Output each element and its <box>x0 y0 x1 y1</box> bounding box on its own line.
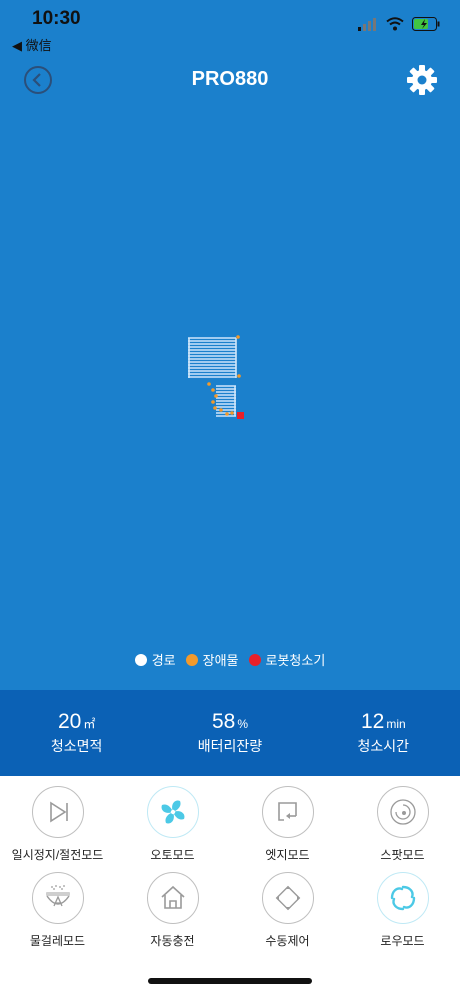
nav-bar: PRO880 <box>0 62 460 102</box>
legend-label-robot: 로봇청소기 <box>265 653 326 668</box>
gear-icon <box>407 65 437 95</box>
legend-label-obstacle: 장애물 <box>202 653 239 668</box>
legend-dot-obstacle <box>185 653 198 666</box>
mode-button-pause[interactable]: 일시정지/절전모드 <box>0 780 115 870</box>
mode-icon-auto <box>146 786 199 838</box>
mode-label-mop: 물걸레모드 <box>29 934 86 948</box>
wifi-icon <box>386 17 404 31</box>
mode-button-mop[interactable]: 물걸레모드 <box>0 866 115 956</box>
status-icons <box>358 17 440 31</box>
obstacle-point <box>230 411 234 415</box>
stat-battery-value: 58 <box>211 710 236 733</box>
mode-icon-pause <box>31 786 84 838</box>
legend-item-obstacle: 장애물 <box>185 650 239 669</box>
spot-icon <box>389 799 416 825</box>
mode-button-spot[interactable]: 스팟모드 <box>345 780 460 870</box>
back-to-app-link[interactable]: ◀ 微信 <box>12 35 52 54</box>
stat-area-label: 청소면적 <box>50 738 103 754</box>
robot-marker <box>237 412 244 419</box>
stat-battery: 58% 배터리잔량 <box>153 690 306 776</box>
legend-label-path: 경로 <box>151 653 176 668</box>
mode-label-low: 로우모드 <box>380 934 425 948</box>
mode-label-edge: 엣지모드 <box>265 848 310 862</box>
stat-time-label: 청소시간 <box>357 738 410 754</box>
settings-button[interactable] <box>406 64 438 96</box>
mop-icon <box>45 885 70 907</box>
stat-time: 12 min 청소시간 <box>307 690 460 776</box>
mode-icon-low <box>376 872 429 924</box>
legend-item-path: 경로 <box>134 650 176 669</box>
obstacle-point <box>213 406 217 410</box>
stat-battery-label: 배터리잔량 <box>197 738 263 754</box>
mode-icon-mop <box>31 872 84 924</box>
pause-play-icon <box>49 801 68 823</box>
obstacle-point <box>219 408 223 412</box>
home-icon <box>160 885 185 909</box>
legend-dot-robot <box>248 653 261 666</box>
mode-icon-charge <box>146 872 199 924</box>
stats-panel: 20 ㎡ 청소면적 58% 배터리잔량 12 min 청소시간 <box>0 690 460 776</box>
mode-label-pause: 일시정지/절전모드 <box>11 848 104 862</box>
obstacle-point <box>236 335 240 339</box>
legend-item-robot: 로봇청소기 <box>248 650 326 669</box>
swirl-icon <box>390 885 415 911</box>
legend-dot-path <box>134 653 147 666</box>
mode-icon-spot <box>376 786 429 838</box>
mode-button-edge[interactable]: 엣지모드 <box>230 780 345 870</box>
obstacle-point <box>207 382 211 386</box>
stat-time-value: 12 <box>360 710 385 733</box>
page-title: PRO880 <box>191 68 269 90</box>
obstacle-point <box>225 412 229 416</box>
stat-area-value: 20 <box>57 710 82 733</box>
stat-area-unit: ㎡ <box>83 717 96 731</box>
map-screen: 10:30 ◀ 微信 PRO880 경로 장애물 로봇청소기 <box>0 0 460 690</box>
obstacle-point <box>237 374 241 378</box>
mode-label-spot: 스팟모드 <box>380 848 425 862</box>
mode-button-manual[interactable]: 수동제어 <box>230 866 345 956</box>
mode-icon-manual <box>261 872 314 924</box>
map-path <box>188 335 244 419</box>
mode-label-charge: 자동충전 <box>150 934 195 948</box>
stat-time-unit: min <box>386 717 406 731</box>
obstacle-point <box>211 388 215 392</box>
stat-area: 20 ㎡ 청소면적 <box>0 690 153 776</box>
mode-label-auto: 오토모드 <box>150 848 195 862</box>
edge-icon <box>277 802 297 821</box>
stat-battery-unit: % <box>237 717 248 731</box>
direction-pad-icon <box>275 885 300 911</box>
mode-label-manual: 수동제어 <box>265 934 310 948</box>
fan-icon <box>161 800 184 824</box>
mode-button-charge[interactable]: 자동충전 <box>115 866 230 956</box>
mode-button-low[interactable]: 로우모드 <box>345 866 460 956</box>
map-legend: 경로 장애물 로봇청소기 <box>0 650 460 669</box>
mode-icon-edge <box>261 786 314 838</box>
mode-grid: 일시정지/절전모드 오토모드 엣지모드 스팟모드 물걸레모드 자동충전 수동제어… <box>0 776 460 996</box>
mode-button-auto[interactable]: 오토모드 <box>115 780 230 870</box>
battery-icon <box>412 17 440 31</box>
signal-icon <box>358 18 376 31</box>
obstacle-point <box>211 400 215 404</box>
cleaning-map <box>0 110 460 640</box>
status-bar: 10:30 ◀ 微信 <box>0 0 460 56</box>
obstacle-point <box>214 394 218 398</box>
status-time: 10:30 <box>32 8 81 29</box>
home-indicator[interactable] <box>148 978 312 984</box>
